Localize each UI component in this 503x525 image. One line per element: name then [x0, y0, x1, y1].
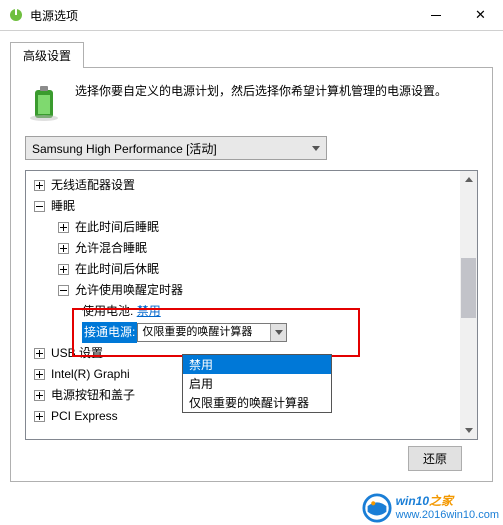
- tree-item-pci[interactable]: PCI Express: [51, 406, 118, 427]
- combo-dropdown-button[interactable]: [270, 324, 286, 341]
- tree-item-buttons-lid[interactable]: 电源按钮和盖子: [51, 385, 135, 406]
- plugged-in-value: 仅限重要的唤醒计算器: [142, 322, 252, 343]
- power-plan-select[interactable]: Samsung High Performance [活动]: [25, 136, 327, 160]
- tree-item-sleep[interactable]: 睡眠: [51, 196, 75, 217]
- tree-item-hibernate-after[interactable]: 在此时间后休眠: [75, 259, 159, 280]
- scroll-up-button[interactable]: [460, 171, 477, 188]
- dropdown-option-disable[interactable]: 禁用: [183, 355, 331, 374]
- settings-tree[interactable]: 无线适配器设置 睡眠 在此时间后睡眠 允许混合睡眠: [25, 170, 478, 440]
- on-battery-value[interactable]: 禁用: [137, 304, 161, 318]
- battery-plan-icon: [25, 82, 65, 122]
- power-plan-value: Samsung High Performance [活动]: [32, 140, 217, 157]
- arrow-up-icon: [465, 177, 473, 182]
- plugged-in-combo[interactable]: 仅限重要的唤醒计算器: [137, 323, 287, 342]
- watermark-logo-icon: [362, 493, 392, 523]
- tree-item-sleep-after[interactable]: 在此时间后睡眠: [75, 217, 159, 238]
- watermark-url: www.2016win10.com: [396, 509, 499, 521]
- tree-scrollbar[interactable]: [460, 171, 477, 439]
- dropdown-option-important[interactable]: 仅限重要的唤醒计算器: [183, 393, 331, 412]
- expand-icon[interactable]: [34, 390, 45, 401]
- minimize-button[interactable]: [413, 0, 458, 30]
- expand-icon[interactable]: [58, 243, 69, 254]
- tab-advanced[interactable]: 高级设置: [10, 42, 84, 68]
- power-icon: [8, 7, 24, 23]
- chevron-down-icon: [312, 146, 320, 151]
- tree-item-wake-timers[interactable]: 允许使用唤醒定时器: [75, 280, 183, 301]
- window-title: 电源选项: [30, 7, 413, 24]
- collapse-icon[interactable]: [58, 285, 69, 296]
- advanced-pane: 选择你要自定义的电源计划，然后选择你希望计算机管理的电源设置。 Samsung …: [10, 67, 493, 482]
- tree-item-wireless[interactable]: 无线适配器设置: [51, 175, 135, 196]
- expand-icon[interactable]: [34, 348, 45, 359]
- tree-item-intel[interactable]: Intel(R) Graphi: [51, 364, 130, 385]
- plugged-in-dropdown[interactable]: 禁用 启用 仅限重要的唤醒计算器: [182, 354, 332, 413]
- expand-icon[interactable]: [34, 411, 45, 422]
- header-description: 选择你要自定义的电源计划，然后选择你希望计算机管理的电源设置。: [75, 82, 447, 100]
- expand-icon[interactable]: [58, 222, 69, 233]
- dropdown-option-enable[interactable]: 启用: [183, 374, 331, 393]
- on-battery-label[interactable]: 使用电池: 禁用: [82, 301, 161, 322]
- scroll-track[interactable]: [460, 188, 477, 422]
- expand-icon[interactable]: [34, 369, 45, 380]
- collapse-icon[interactable]: [34, 201, 45, 212]
- tree-item-usb[interactable]: USB 设置: [51, 343, 103, 364]
- tree-item-hybrid[interactable]: 允许混合睡眠: [75, 238, 147, 259]
- arrow-down-icon: [465, 428, 473, 433]
- plugged-in-label[interactable]: 接通电源:: [82, 322, 137, 343]
- watermark: win10之家 www.2016win10.com: [362, 491, 499, 525]
- scroll-thumb[interactable]: [461, 258, 476, 318]
- expand-icon[interactable]: [58, 264, 69, 275]
- scroll-down-button[interactable]: [460, 422, 477, 439]
- expand-icon[interactable]: [34, 180, 45, 191]
- chevron-down-icon: [275, 330, 283, 335]
- close-button[interactable]: ✕: [458, 0, 503, 30]
- restore-defaults-button[interactable]: 还原: [408, 446, 462, 471]
- window-titlebar: 电源选项 ✕: [0, 0, 503, 31]
